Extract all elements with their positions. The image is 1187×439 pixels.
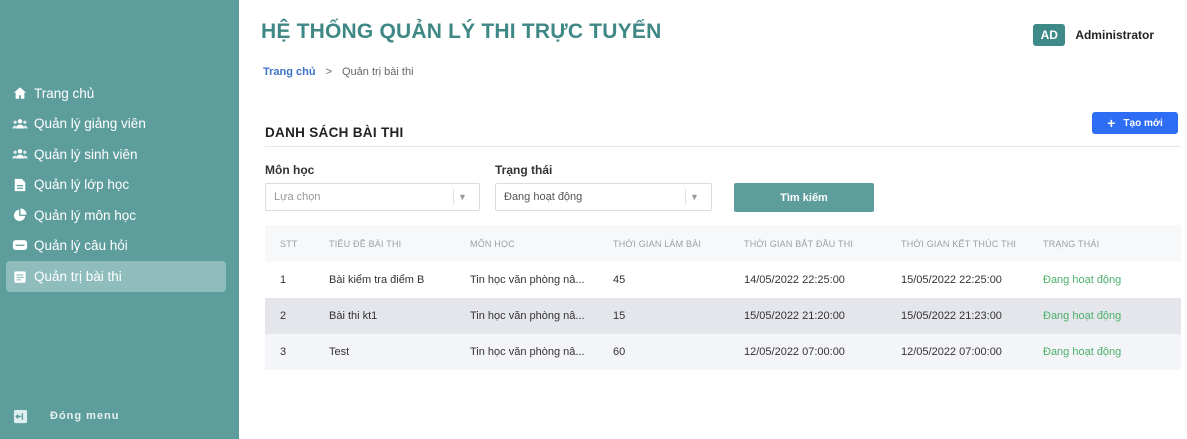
status-filter-label: Trạng thái (495, 163, 553, 177)
cell-stt: 2 (280, 310, 287, 322)
search-button[interactable]: Tìm kiếm (734, 183, 874, 212)
table-row[interactable]: 3 Test Tin học văn phòng nâ... 60 12/05/… (265, 334, 1181, 370)
cell-stt: 1 (280, 274, 287, 286)
cell-title: Bài thi kt1 (329, 310, 378, 322)
chevron-down-icon: ▼ (685, 189, 703, 205)
cell-title: Bài kiểm tra điểm B (329, 274, 425, 286)
header-status[interactable]: TRẠNG THÁI (1043, 239, 1181, 249)
sidebar-item-exams[interactable]: Quản trị bài thi (6, 261, 226, 292)
plus-icon: + (1107, 115, 1116, 131)
cell-stt: 3 (280, 346, 287, 358)
breadcrumb-home-link[interactable]: Trang chủ (263, 66, 316, 78)
table-row[interactable]: 2 Bài thi kt1 Tin học văn phòng nâ... 15… (265, 298, 1181, 334)
cell-status: Đang hoạt động (1043, 346, 1122, 358)
sidebar-nav: Trang chủ Quản lý giảng viên Quản lý sin… (0, 78, 239, 292)
sidebar-item-classes[interactable]: Quản lý lớp học (0, 170, 239, 201)
status-select[interactable]: Đang hoạt động ▼ (495, 183, 712, 211)
cell-end-time: 15/05/2022 22:25:00 (901, 274, 1002, 286)
cell-subject: Tin học văn phòng nâ... (470, 274, 585, 286)
cell-status: Đang hoạt động (1043, 310, 1122, 322)
cell-subject: Tin học văn phòng nâ... (470, 310, 585, 322)
user-name: Administrator (1075, 28, 1154, 42)
chevron-down-icon: ▼ (453, 189, 471, 205)
breadcrumb: Trang chủ > Quản trị bài thi (263, 66, 414, 78)
sidebar-item-label: Quản lý sinh viên (34, 146, 138, 162)
cell-status: Đang hoạt động (1043, 274, 1122, 286)
sidebar-item-label: Quản lý câu hỏi (34, 238, 128, 254)
file-icon (12, 177, 28, 193)
message-icon (12, 238, 28, 254)
sidebar-item-home[interactable]: Trang chủ (0, 78, 239, 109)
subject-select[interactable]: Lựa chọn ▼ (265, 183, 480, 211)
header-duration[interactable]: THỜI GIAN LÀM BÀI (613, 239, 744, 249)
app-title: HỆ THỐNG QUẢN LÝ THI TRỰC TUYẾN (261, 20, 662, 43)
exam-list-card: DANH SÁCH BÀI THI + Tạo mới Môn học Lựa … (239, 92, 1187, 439)
sidebar-item-label: Quản lý giảng viên (34, 116, 146, 132)
document-icon (12, 269, 28, 285)
users-icon (12, 116, 28, 132)
section-title: DANH SÁCH BÀI THI (265, 125, 404, 140)
sidebar: Trang chủ Quản lý giảng viên Quản lý sin… (0, 0, 239, 439)
subject-select-placeholder: Lựa chọn (274, 191, 321, 203)
user-menu[interactable]: AD Administrator (1033, 24, 1154, 46)
header-start-time[interactable]: THỜI GIAN BẮT ĐẦU THI (744, 239, 901, 249)
avatar: AD (1033, 24, 1066, 46)
sidebar-item-lecturers[interactable]: Quản lý giảng viên (0, 109, 239, 140)
cell-end-time: 12/05/2022 07:00:00 (901, 346, 1002, 358)
sidebar-item-subjects[interactable]: Quản lý môn học (0, 200, 239, 231)
home-icon (12, 85, 28, 101)
cell-end-time: 15/05/2022 21:23:00 (901, 310, 1002, 322)
header-subject[interactable]: MÔN HỌC (470, 239, 613, 249)
sidebar-item-label: Quản trị bài thi (34, 269, 122, 284)
users-icon (12, 146, 28, 162)
logout-icon (12, 408, 28, 424)
cell-duration: 60 (613, 346, 626, 358)
divider (265, 146, 1181, 147)
cell-start-time: 15/05/2022 21:20:00 (744, 310, 845, 322)
create-button[interactable]: + Tạo mới (1092, 112, 1178, 134)
close-menu-label: Đóng menu (50, 410, 120, 422)
table-row[interactable]: 1 Bài kiểm tra điểm B Tin học văn phòng … (265, 262, 1181, 298)
cell-title: Test (329, 346, 350, 358)
sidebar-item-label: Quản lý môn học (34, 207, 137, 223)
cell-duration: 45 (613, 274, 626, 286)
status-select-value: Đang hoạt động (504, 191, 583, 203)
close-menu-button[interactable]: Đóng menu (12, 408, 120, 424)
sidebar-item-students[interactable]: Quản lý sinh viên (0, 139, 239, 170)
sidebar-item-label: Quản lý lớp học (34, 177, 130, 193)
pie-chart-icon (12, 207, 28, 223)
cell-subject: Tin học văn phòng nâ... (470, 346, 585, 358)
cell-duration: 15 (613, 310, 626, 322)
breadcrumb-separator: > (325, 66, 332, 78)
create-button-label: Tạo mới (1123, 117, 1163, 129)
header: HỆ THỐNG QUẢN LÝ THI TRỰC TUYẾN AD Admin… (239, 0, 1187, 92)
exam-table: STT TIÊU ĐỀ BÀI THI MÔN HỌC THỜI GIAN LÀ… (265, 225, 1181, 370)
sidebar-item-label: Trang chủ (34, 85, 95, 101)
table-header: STT TIÊU ĐỀ BÀI THI MÔN HỌC THỜI GIAN LÀ… (265, 225, 1181, 262)
sidebar-item-questions[interactable]: Quản lý câu hỏi (0, 231, 239, 262)
header-stt[interactable]: STT (265, 239, 329, 249)
cell-start-time: 14/05/2022 22:25:00 (744, 274, 845, 286)
cell-start-time: 12/05/2022 07:00:00 (744, 346, 845, 358)
breadcrumb-current: Quản trị bài thi (342, 66, 414, 78)
subject-filter-label: Môn học (265, 163, 315, 177)
header-end-time[interactable]: THỜI GIAN KẾT THÚC THI (901, 239, 1043, 249)
header-title[interactable]: TIÊU ĐỀ BÀI THI (329, 239, 470, 249)
main-content: DANH SÁCH BÀI THI + Tạo mới Môn học Lựa … (239, 92, 1187, 439)
